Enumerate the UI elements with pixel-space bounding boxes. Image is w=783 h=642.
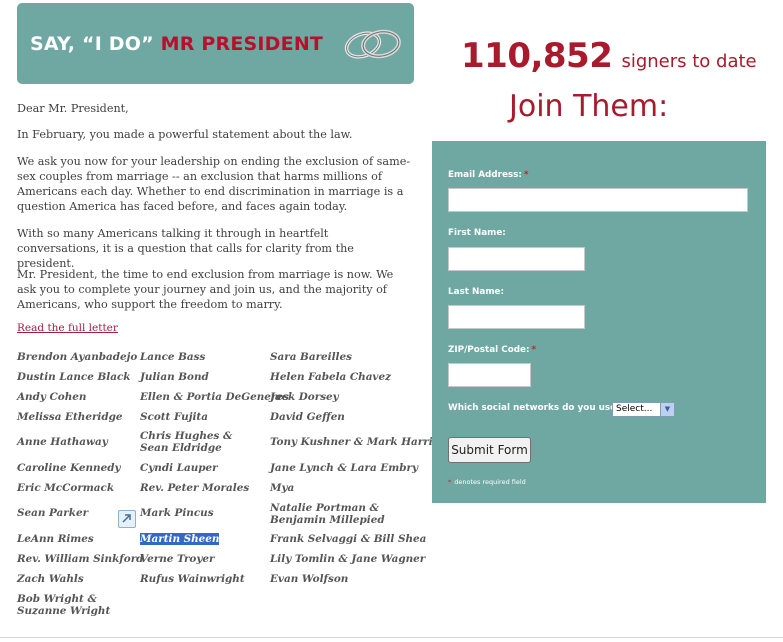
signer-name: Rev. William Sinkford (17, 553, 144, 565)
required-mark: * (448, 478, 452, 486)
social-networks-selected: Select... (616, 404, 653, 414)
last-name-field[interactable] (448, 305, 585, 329)
required-footnote-text: denotes required field (454, 478, 526, 486)
arrow-icon (122, 514, 131, 523)
signer-name: Dustin Lance Black (17, 371, 131, 383)
signer-name: Rev. Peter Morales (140, 482, 250, 494)
signer-name: David Geffen (270, 411, 345, 423)
banner-title-red: MR PRESIDENT (160, 33, 324, 55)
letter-paragraph: Mr. President, the time to end exclusion… (17, 268, 394, 311)
banner-title-white: SAY, “I DO” (30, 33, 154, 55)
signer-name: Bob Wright & Suzanne Wright (17, 593, 111, 617)
signer-name: Julian Bond (140, 371, 209, 383)
first-name-field[interactable] (448, 247, 585, 271)
header-banner: SAY, “I DO” MR PRESIDENT (17, 3, 414, 84)
letter-paragraph: With so many Americans talking it throug… (17, 227, 354, 270)
signer-count: 110,852 signers to date (461, 36, 757, 76)
social-networks-label: Which social networks do you use? (448, 403, 622, 413)
signer-count-number: 110,852 (461, 36, 613, 76)
wedding-rings-icon (344, 29, 401, 59)
signer-name: Cyndi Lauper (140, 462, 218, 474)
zip-field[interactable] (448, 363, 531, 387)
signer-name: Natalie Portman & Benjamin Millepied (270, 502, 385, 526)
signer-name: Frank Selvaggi & Bill Shea (270, 533, 427, 545)
letter-paragraph: We ask you now for your leadership on en… (17, 155, 411, 213)
signer-name: Brendon Ayanbadejo (17, 351, 138, 363)
required-footnote: * denotes required field (448, 478, 526, 486)
email-label-text: Email Address: (448, 170, 522, 180)
zip-label: ZIP/Postal Code: * (448, 345, 536, 355)
signer-name: Lily Tomlin & Jane Wagner (270, 553, 426, 565)
signer-name: Sean Parker (17, 507, 89, 519)
required-mark: * (531, 345, 537, 355)
email-field[interactable] (448, 188, 748, 212)
signer-name: Andy Cohen (17, 391, 87, 403)
signer-name: Sara Bareilles (270, 351, 352, 363)
signer-name-selected: Martin Sheen (140, 533, 220, 545)
signer-name: Rufus Wainwright (140, 573, 245, 585)
first-name-label: First Name: (448, 228, 506, 238)
signer-name: Chris Hughes & Sean Eldridge (140, 430, 233, 454)
signup-form: Email Address: * First Name: Last Name: Z… (432, 141, 766, 503)
signer-name: Anne Hathaway (17, 436, 108, 448)
selection-action-icon[interactable] (118, 510, 136, 528)
social-networks-select[interactable]: Select... ▼ (612, 402, 675, 417)
signer-name: Mark Pincus (140, 507, 214, 519)
letter-greeting: Dear Mr. President, (17, 102, 129, 115)
divider (0, 637, 783, 638)
signer-name: Lance Bass (140, 351, 206, 363)
signer-name: Helen Fabela Chavez (270, 371, 391, 383)
signer-name: Tony Kushner & Mark Harris (270, 436, 439, 448)
email-label: Email Address: * (448, 170, 529, 180)
read-full-letter-link[interactable]: Read the full letter (17, 322, 118, 334)
submit-button[interactable]: Submit Form (448, 437, 531, 463)
join-heading: Join Them: (509, 89, 669, 124)
signer-name: Jack Dorsey (270, 391, 339, 403)
signer-name: Ellen & Portia DeGeneres (140, 391, 289, 403)
banner-title: SAY, “I DO” MR PRESIDENT (30, 33, 323, 55)
signer-name: Evan Wolfson (270, 573, 349, 585)
last-name-label: Last Name: (448, 287, 504, 297)
zip-label-text: ZIP/Postal Code: (448, 345, 530, 355)
chevron-down-icon[interactable]: ▼ (660, 403, 674, 416)
signer-name: Verne Troyer (140, 553, 215, 565)
signer-name: Melissa Etheridge (17, 411, 123, 423)
letter-paragraph: In February, you made a powerful stateme… (17, 128, 353, 141)
signer-count-label: signers to date (621, 51, 757, 72)
signer-name: LeAnn Rimes (17, 533, 94, 545)
signer-name: Scott Fujita (140, 411, 208, 423)
signer-name: Mya (270, 482, 295, 494)
signer-name: Zach Wahls (17, 573, 84, 585)
signer-name: Caroline Kennedy (17, 462, 121, 474)
signer-name: Jane Lynch & Lara Embry (270, 462, 419, 474)
required-mark: * (523, 170, 529, 180)
signer-name: Eric McCormack (17, 482, 115, 494)
